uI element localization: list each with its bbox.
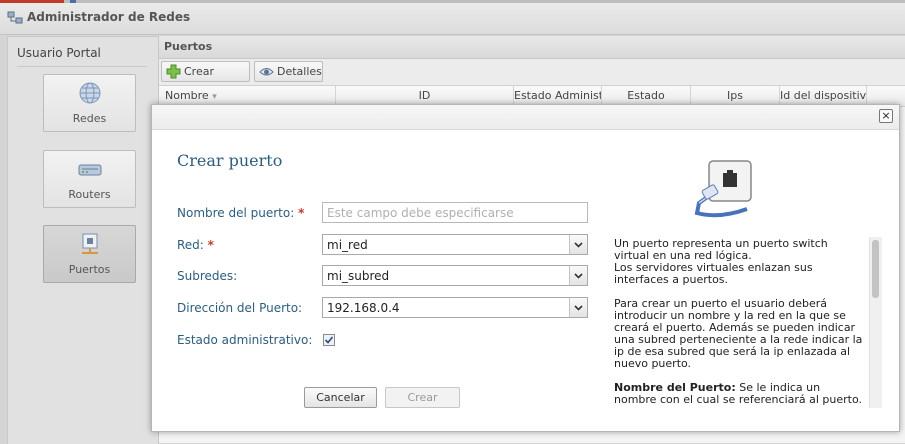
- subnet-select[interactable]: mi_subred: [322, 265, 588, 286]
- close-button[interactable]: ×: [879, 109, 893, 123]
- divider: [17, 66, 147, 67]
- network-select-value: mi_red: [327, 238, 368, 252]
- port-name-input[interactable]: [322, 202, 588, 223]
- nav-redes-label: Redes: [72, 112, 107, 125]
- create-button[interactable]: Crear: [385, 387, 460, 408]
- required-marker: *: [207, 238, 214, 252]
- scrollbar-thumb[interactable]: [872, 240, 879, 298]
- column-header-name[interactable]: Nombre ▾: [159, 86, 336, 106]
- port-address-label: Dirección del Puerto:: [177, 301, 303, 315]
- sort-arrow-icon: ▾: [212, 92, 217, 102]
- top-strip-accent: [0, 0, 64, 3]
- dropdown-trigger[interactable]: [569, 266, 587, 285]
- dropdown-trigger[interactable]: [569, 298, 587, 317]
- subnet-select-value: mi_subred: [327, 269, 390, 283]
- details-button[interactable]: Detalles: [254, 61, 323, 82]
- subnet-label: Subredes:: [177, 269, 238, 283]
- network-label: Red: *: [177, 238, 214, 252]
- port-icon: [82, 233, 98, 254]
- column-header-admin-state[interactable]: Estado Administra: [514, 86, 602, 106]
- ethernet-port-icon: [694, 160, 752, 218]
- window-header: Administrador de Redes: [0, 0, 905, 35]
- port-address-value: 192.168.0.4: [327, 301, 400, 315]
- top-strip: [0, 0, 905, 3]
- toolbar: Crear puerto Detalles: [159, 59, 905, 97]
- chevron-down-icon: [574, 305, 583, 311]
- dropdown-trigger[interactable]: [569, 235, 587, 254]
- dialog-title: Crear puerto: [177, 151, 283, 170]
- column-header-ips[interactable]: Ips: [691, 86, 780, 106]
- network-admin-icon: [7, 11, 23, 24]
- top-strip-marker: [70, 0, 76, 3]
- left-panel-title: Usuario Portal: [17, 46, 101, 60]
- dialog-titlebar: ×: [152, 105, 899, 130]
- nav-routers-label: Routers: [68, 188, 111, 201]
- help-scrollbar[interactable]: [869, 237, 882, 408]
- help-paragraph: Un puerto representa un puerto switch vi…: [614, 237, 828, 262]
- help-paragraph: Para crear un puerto el usuario deberá i…: [614, 297, 863, 370]
- nav-redes-button[interactable]: Redes: [43, 74, 136, 132]
- network-select[interactable]: mi_red: [322, 234, 588, 255]
- nav-puertos-label: Puertos: [68, 263, 111, 276]
- main-title: Puertos: [164, 40, 213, 53]
- main-header: Puertos: [159, 36, 905, 59]
- required-marker: *: [298, 206, 305, 220]
- app-title: Administrador de Redes: [27, 10, 191, 24]
- cancel-button[interactable]: Cancelar: [304, 387, 377, 408]
- left-panel: Usuario Portal Redes Routers Puertos: [7, 36, 159, 444]
- admin-state-label: Estado administrativo:: [177, 333, 313, 347]
- port-name-label: Nombre del puerto: *: [177, 206, 305, 220]
- create-port-button[interactable]: Crear puerto: [161, 61, 250, 97]
- help-paragraph: Los servidores virtuales enlazan sus int…: [614, 261, 813, 286]
- details-label: Detalles: [277, 65, 322, 78]
- column-header-id[interactable]: ID: [336, 86, 514, 106]
- help-text-panel: Un puerto representa un puerto switch vi…: [612, 237, 878, 407]
- router-icon: [78, 164, 102, 176]
- network-globe-icon: [79, 82, 101, 104]
- help-text: Un puerto representa un puerto switch vi…: [614, 238, 866, 407]
- chevron-down-icon: [574, 273, 583, 279]
- add-icon: [166, 64, 181, 79]
- column-header-device-id[interactable]: Id del dispositivo: [780, 86, 867, 106]
- create-port-dialog: × Crear puerto Nombre del puerto: * Red:…: [151, 104, 900, 432]
- nav-routers-button[interactable]: Routers: [43, 150, 136, 208]
- eye-icon: [259, 68, 274, 76]
- column-header-state[interactable]: Estado: [602, 86, 691, 106]
- checkmark-icon: [324, 336, 334, 344]
- nav-puertos-button[interactable]: Puertos: [43, 225, 136, 283]
- port-address-combo[interactable]: 192.168.0.4: [322, 297, 588, 318]
- chevron-down-icon: [574, 242, 583, 248]
- admin-state-checkbox[interactable]: [323, 334, 335, 346]
